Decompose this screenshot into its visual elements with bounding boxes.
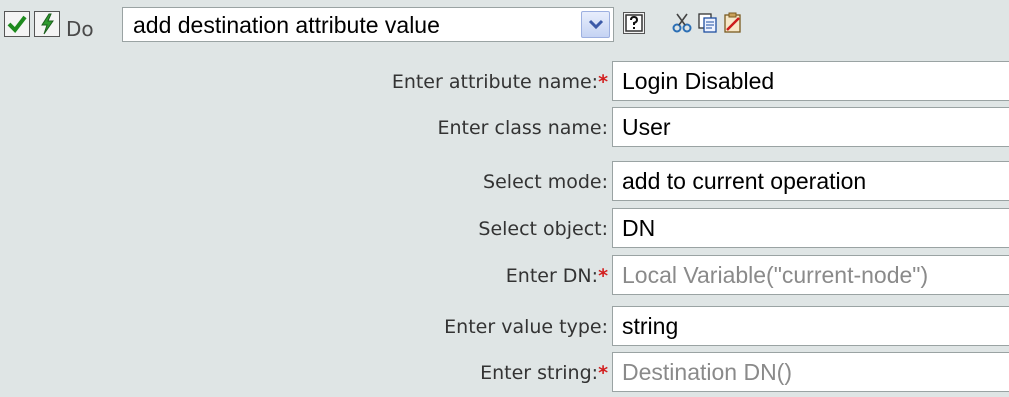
field-label: Select object: [478,218,608,240]
field-value: User [622,114,671,140]
class-name-input[interactable]: User [612,107,1009,147]
copy-icon[interactable] [697,12,719,34]
cut-icon[interactable] [671,12,693,34]
dn-input[interactable]: Local Variable("current-node") [612,255,1009,295]
row-dn: Enter DN:* Local Variable("current-node"… [0,253,1009,299]
row-attribute-name: Enter attribute name:* Login Disabled [0,59,1009,105]
field-value: Login Disabled [622,68,775,94]
object-select[interactable]: DN [612,208,1009,248]
field-label: Enter attribute name:* [391,71,608,93]
value-type-select[interactable]: string [612,306,1009,346]
field-label: Enter DN:* [505,265,608,287]
row-mode: Select mode: add to current operation [0,159,1009,205]
chevron-down-icon [588,19,604,30]
field-placeholder: Destination DN() [622,359,792,385]
enabled-check-icon[interactable] [4,11,30,37]
field-label: Select mode: [483,171,608,193]
attribute-name-input[interactable]: Login Disabled [612,61,1009,101]
mode-select[interactable]: add to current operation [612,161,1009,201]
field-placeholder: Local Variable("current-node") [622,262,929,288]
field-value: DN [622,215,656,241]
string-input[interactable]: Destination DN() [612,352,1009,392]
toggle-bolt-icon[interactable] [34,11,60,37]
field-value: add to current operation [622,168,867,194]
do-label: Do [66,17,94,41]
row-object: Select object: DN [0,206,1009,252]
action-editor-panel: Do add destination attribute value Enter… [0,0,1009,397]
action-toolbar: Do add destination attribute value [0,0,1009,46]
row-value-type: Enter value type: string [0,304,1009,350]
help-icon[interactable] [623,12,645,34]
field-value: string [622,313,679,339]
field-label: Enter string:* [480,362,608,384]
row-string: Enter string:* Destination DN() [0,350,1009,396]
row-class-name: Enter class name: User [0,105,1009,151]
field-label: Enter class name: [437,117,608,139]
action-select[interactable]: add destination attribute value [122,7,614,42]
field-label: Enter value type: [444,316,608,338]
paste-icon[interactable] [722,12,744,34]
dropdown-button[interactable] [581,11,610,38]
action-select-value: add destination attribute value [133,12,440,38]
